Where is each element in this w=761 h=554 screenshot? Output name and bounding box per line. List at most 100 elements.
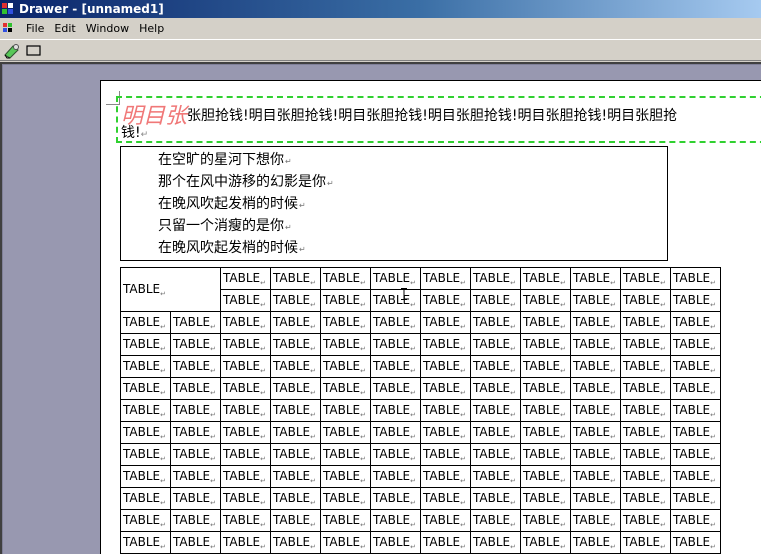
- menu-help[interactable]: Help: [134, 22, 169, 35]
- table-cell[interactable]: TABLE↵: [570, 509, 621, 532]
- table-cell[interactable]: TABLE↵: [570, 487, 621, 510]
- table-cell[interactable]: TABLE↵: [320, 377, 371, 400]
- table-cell[interactable]: TABLE↵: [220, 399, 271, 422]
- menu-edit[interactable]: Edit: [49, 22, 80, 35]
- table-cell[interactable]: TABLE↵: [220, 355, 271, 378]
- table-cell[interactable]: TABLE↵: [470, 465, 521, 488]
- table-cell[interactable]: TABLE↵: [320, 311, 371, 334]
- table-cell[interactable]: TABLE↵: [420, 509, 471, 532]
- table-cell[interactable]: TABLE↵: [420, 421, 471, 444]
- table-cell[interactable]: TABLE↵: [370, 399, 421, 422]
- table-cell[interactable]: TABLE↵: [370, 509, 421, 532]
- table-cell[interactable]: TABLE↵: [570, 421, 621, 444]
- table-cell[interactable]: TABLE↵: [320, 399, 371, 422]
- table-cell[interactable]: TABLE↵: [270, 355, 321, 378]
- table-cell[interactable]: TABLE↵: [320, 487, 371, 510]
- table-cell[interactable]: TABLE↵: [470, 267, 521, 290]
- table-cell[interactable]: TABLE↵: [620, 333, 671, 356]
- table-cell[interactable]: TABLE↵: [270, 465, 321, 488]
- table-cell[interactable]: TABLE↵: [520, 487, 571, 510]
- table-cell[interactable]: TABLE↵: [470, 443, 521, 466]
- table-cell[interactable]: TABLE↵: [470, 399, 521, 422]
- table-cell[interactable]: TABLE↵: [370, 487, 421, 510]
- table-cell[interactable]: TABLE↵: [270, 289, 321, 312]
- table-cell[interactable]: TABLE↵: [370, 465, 421, 488]
- document-icon[interactable]: [3, 21, 17, 35]
- table-cell[interactable]: TABLE↵: [520, 377, 571, 400]
- table-cell[interactable]: TABLE↵: [570, 465, 621, 488]
- table-cell[interactable]: TABLE↵: [420, 487, 471, 510]
- table-cell[interactable]: TABLE↵: [570, 355, 621, 378]
- table-cell[interactable]: TABLE↵: [320, 333, 371, 356]
- menu-window[interactable]: Window: [81, 22, 134, 35]
- table-cell[interactable]: TABLE↵: [120, 465, 171, 488]
- table-cell[interactable]: TABLE↵: [620, 509, 671, 532]
- table-cell[interactable]: TABLE↵: [270, 267, 321, 290]
- table-cell[interactable]: TABLE↵: [620, 531, 671, 554]
- table-cell[interactable]: TABLE↵: [520, 289, 571, 312]
- table-cell[interactable]: TABLE↵: [420, 289, 471, 312]
- table-cell[interactable]: TABLE↵: [170, 509, 221, 532]
- table-cell[interactable]: TABLE↵: [370, 289, 421, 312]
- table-cell[interactable]: TABLE↵: [170, 487, 221, 510]
- table-cell[interactable]: TABLE↵: [470, 531, 521, 554]
- table-cell[interactable]: TABLE↵: [670, 421, 721, 444]
- table-cell[interactable]: TABLE↵: [120, 355, 171, 378]
- table-cell[interactable]: TABLE↵: [370, 355, 421, 378]
- table-cell[interactable]: TABLE↵: [220, 333, 271, 356]
- table-cell[interactable]: TABLE↵: [220, 465, 271, 488]
- table-cell[interactable]: TABLE↵: [120, 311, 171, 334]
- table-cell[interactable]: TABLE↵: [570, 443, 621, 466]
- table-cell[interactable]: TABLE↵: [670, 267, 721, 290]
- table-cell[interactable]: TABLE↵: [220, 487, 271, 510]
- table-cell[interactable]: TABLE↵: [670, 311, 721, 334]
- table-cell[interactable]: TABLE↵: [220, 531, 271, 554]
- table-cell[interactable]: TABLE↵: [320, 465, 371, 488]
- menu-file[interactable]: File: [21, 22, 49, 35]
- table-cell[interactable]: TABLE↵: [420, 355, 471, 378]
- table-cell[interactable]: TABLE↵: [270, 421, 321, 444]
- table-cell[interactable]: TABLE↵: [370, 421, 421, 444]
- table-cell[interactable]: TABLE↵: [220, 311, 271, 334]
- table-cell[interactable]: TABLE↵: [520, 311, 571, 334]
- table-cell[interactable]: TABLE↵: [620, 267, 671, 290]
- table-cell[interactable]: TABLE↵: [120, 399, 171, 422]
- table-cell[interactable]: TABLE↵: [370, 531, 421, 554]
- table-cell[interactable]: TABLE↵: [670, 487, 721, 510]
- table-cell[interactable]: TABLE↵: [220, 421, 271, 444]
- table-cell[interactable]: TABLE↵: [470, 289, 521, 312]
- table-cell[interactable]: TABLE↵: [520, 355, 571, 378]
- table-cell[interactable]: TABLE↵: [270, 509, 321, 532]
- headline-text-box[interactable]: 明目张张胆抢钱!明目张胆抢钱!明目张胆抢钱!明目张胆抢钱!明目张胆抢钱!明目张胆…: [116, 96, 761, 143]
- table-cell[interactable]: TABLE↵: [470, 509, 521, 532]
- table-cell[interactable]: TABLE↵: [170, 443, 221, 466]
- table-cell[interactable]: TABLE↵: [520, 333, 571, 356]
- table-cell[interactable]: TABLE↵: [120, 377, 171, 400]
- table-cell[interactable]: TABLE↵: [370, 311, 421, 334]
- table-cell[interactable]: TABLE↵: [570, 531, 621, 554]
- table-cell[interactable]: TABLE↵: [670, 509, 721, 532]
- table-cell[interactable]: TABLE↵: [620, 289, 671, 312]
- table-cell[interactable]: TABLE↵: [270, 399, 321, 422]
- table-cell[interactable]: TABLE↵: [220, 289, 271, 312]
- table-cell[interactable]: TABLE↵: [170, 377, 221, 400]
- table-cell[interactable]: TABLE↵: [220, 267, 271, 290]
- table-cell[interactable]: TABLE↵: [670, 443, 721, 466]
- table-cell[interactable]: TABLE↵: [370, 443, 421, 466]
- table-cell[interactable]: TABLE↵: [120, 333, 171, 356]
- table-cell[interactable]: TABLE↵: [620, 421, 671, 444]
- table-cell[interactable]: TABLE↵: [120, 267, 221, 312]
- table-cell[interactable]: TABLE↵: [470, 377, 521, 400]
- table-cell[interactable]: TABLE↵: [120, 487, 171, 510]
- table-cell[interactable]: TABLE↵: [670, 377, 721, 400]
- poem-text-box[interactable]: 在空旷的星河下想你↵ 那个在风中游移的幻影是你↵ 在晚风吹起发梢的时候↵ 只留一…: [120, 146, 668, 261]
- table-cell[interactable]: TABLE↵: [120, 421, 171, 444]
- table-cell[interactable]: TABLE↵: [270, 311, 321, 334]
- table-cell[interactable]: TABLE↵: [470, 311, 521, 334]
- table-cell[interactable]: TABLE↵: [170, 399, 221, 422]
- table-cell[interactable]: TABLE↵: [520, 531, 571, 554]
- table-cell[interactable]: TABLE↵: [370, 267, 421, 290]
- rectangle-tool-icon[interactable]: [24, 42, 44, 60]
- table-cell[interactable]: TABLE↵: [120, 443, 171, 466]
- table-cell[interactable]: TABLE↵: [520, 399, 571, 422]
